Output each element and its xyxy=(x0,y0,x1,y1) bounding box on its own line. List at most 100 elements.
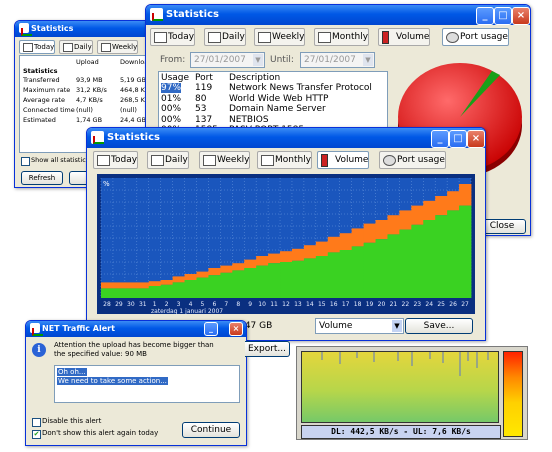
port-header: Port xyxy=(195,73,213,83)
port-desc-cell: World Wide Web HTTP xyxy=(229,93,329,104)
volume-bar-lower xyxy=(172,282,185,298)
tab-weekly[interactable]: Weekly xyxy=(254,28,306,46)
volume-bar-lower xyxy=(351,246,364,298)
tab-monthly[interactable]: Monthly xyxy=(314,28,370,46)
traffic-alert-window: NET Traffic Alert _ × i Attention the up… xyxy=(25,320,247,446)
main-title-bar: Statistics _ □ × xyxy=(87,128,485,148)
view-select[interactable]: Volume ▼ xyxy=(315,318,404,334)
date-caption: zaterdag 1 januari 2007 xyxy=(151,308,223,314)
port-title-bar: Statistics _ □ × xyxy=(146,5,530,25)
maximize-button[interactable]: □ xyxy=(449,130,467,148)
calendar-icon xyxy=(23,43,33,52)
volume-bar-upper xyxy=(315,241,329,256)
volume-bar-lower xyxy=(447,210,460,298)
volume-bar-upper xyxy=(363,223,376,243)
show-all-label: Show all statistics xyxy=(31,156,90,164)
close-button[interactable]: × xyxy=(467,130,485,148)
tab-today[interactable]: Today xyxy=(19,40,56,54)
volume-bar-upper xyxy=(208,268,221,276)
volume-bar-upper xyxy=(327,236,341,253)
usage-header: Usage xyxy=(161,73,190,83)
export-button[interactable]: Export... xyxy=(245,341,290,357)
calendar-icon xyxy=(258,32,271,43)
save-button[interactable]: Save... xyxy=(405,318,473,334)
maximize-button[interactable]: □ xyxy=(494,7,512,25)
minimize-button[interactable]: _ xyxy=(476,7,494,25)
volume-bar-lower xyxy=(399,229,412,298)
port-port-cell: 119 xyxy=(195,83,213,93)
tab-monthly[interactable]: Monthly xyxy=(257,151,313,169)
stats-download-cell: 5,19 GB xyxy=(120,76,147,84)
x-tick-label: 23 xyxy=(413,301,421,308)
volume-bar-upper xyxy=(148,281,162,286)
pie-chart-icon xyxy=(446,32,459,43)
volume-bar-upper xyxy=(280,251,293,262)
volume-bar-upper xyxy=(268,253,281,264)
x-tick-label: 28 xyxy=(103,301,111,308)
port-desc-cell: Network News Transfer Protocol xyxy=(229,83,372,93)
stats-label-cell: Estimated xyxy=(23,116,56,124)
tab-volume[interactable]: Volume xyxy=(378,28,431,46)
window-title: Statistics xyxy=(107,132,160,143)
alert-text-box[interactable]: Oh oh... We need to take some action... xyxy=(54,365,240,403)
tab-today[interactable]: Today xyxy=(93,151,139,169)
tab-weekly[interactable]: Weekly xyxy=(199,151,251,169)
port-desc-cell: Domain Name Server xyxy=(229,104,326,114)
x-tick-label: 14 xyxy=(306,301,314,308)
disable-alert-checkbox[interactable] xyxy=(32,418,41,427)
dont-show-checkbox[interactable]: ✔ xyxy=(32,430,41,439)
tab-volume[interactable]: Volume xyxy=(317,151,370,169)
alert-title-bar: NET Traffic Alert _ × xyxy=(26,321,246,337)
tab-daily[interactable]: Daily xyxy=(147,151,189,169)
x-tick-label: 16 xyxy=(330,301,338,308)
show-all-checkbox[interactable] xyxy=(21,157,30,166)
x-tick-label: 18 xyxy=(354,301,362,308)
dont-show-label: Don't show this alert again today xyxy=(42,429,159,437)
calendar-icon xyxy=(318,32,331,43)
volume-bar-upper xyxy=(184,274,197,280)
x-tick-label: 31 xyxy=(139,301,147,308)
x-tick-label: 15 xyxy=(318,301,326,308)
tab-daily[interactable]: Daily xyxy=(204,28,246,46)
volume-bar-lower xyxy=(459,205,472,298)
volume-bar-upper xyxy=(339,233,353,250)
volume-bar-lower xyxy=(327,252,341,298)
volume-bar-upper xyxy=(256,256,269,266)
x-tick-label: 7 xyxy=(224,301,228,308)
minimize-button[interactable]: _ xyxy=(204,322,218,336)
tab-port-usage[interactable]: Port usage xyxy=(379,151,446,169)
calendar-icon xyxy=(261,155,274,166)
close-button[interactable]: × xyxy=(229,322,243,336)
info-icon: i xyxy=(32,343,46,357)
close-button[interactable]: × xyxy=(512,7,530,25)
tab-daily[interactable]: Daily xyxy=(59,40,93,54)
text-line-2: We need to take some action... xyxy=(57,377,168,385)
dropdown-arrow-icon: ▼ xyxy=(253,54,263,66)
main-statistics-window: Statistics _ □ × Today Daily Weekly Mont… xyxy=(86,127,486,341)
tab-port-usage[interactable]: Port usage xyxy=(442,28,509,46)
meter-readout: DL: 442,5 KB/s - UL: 7,6 KB/s xyxy=(301,425,501,439)
stats-upload-cell: 4,7 KB/s xyxy=(76,96,103,104)
calendar-icon xyxy=(63,43,73,52)
tab-weekly[interactable]: Weekly xyxy=(97,40,139,54)
until-date-field[interactable]: 27/01/2007 ▼ xyxy=(300,52,375,68)
volume-bar-upper xyxy=(232,263,245,271)
continue-button[interactable]: Continue xyxy=(182,422,240,438)
x-tick-label: 24 xyxy=(425,301,433,308)
x-tick-label: 26 xyxy=(449,301,457,308)
refresh-button[interactable]: Refresh xyxy=(21,171,63,185)
from-date-field[interactable]: 27/01/2007 ▼ xyxy=(190,52,265,68)
x-tick-label: 30 xyxy=(127,301,135,308)
x-tick-label: 2 xyxy=(165,301,169,308)
x-tick-label: 1 xyxy=(153,301,157,308)
volume-bar-upper xyxy=(447,191,460,211)
pie-chart-icon xyxy=(383,155,396,166)
bandwidth-meter: DL: 442,5 KB/s - UL: 7,6 KB/s xyxy=(296,346,528,440)
tab-today[interactable]: Today xyxy=(150,28,196,46)
disable-alert-label: Disable this alert xyxy=(42,417,102,425)
volume-bar-upper xyxy=(351,228,364,247)
calendar-icon xyxy=(97,155,110,166)
volume-bar-lower xyxy=(184,280,197,298)
minimize-button[interactable]: _ xyxy=(431,130,449,148)
dropdown-arrow-icon: ▼ xyxy=(392,320,402,332)
